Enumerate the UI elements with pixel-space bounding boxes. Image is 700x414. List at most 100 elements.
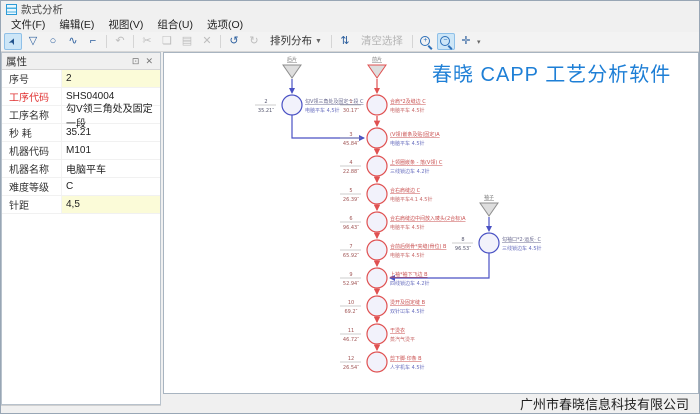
close-icon[interactable]: ✕ <box>142 56 156 67</box>
rotate-left-button[interactable]: ↺ <box>225 33 243 50</box>
bottom-strip <box>1 405 161 413</box>
flowchart-canvas[interactable]: 后片前片袖子235.21″勾V领三角处及固定一段 C电脑平车 4,5针130.1… <box>163 52 699 394</box>
flowchart-svg[interactable]: 后片前片袖子235.21″勾V领三角处及固定一段 C电脑平车 4,5针130.1… <box>164 53 698 393</box>
prop-value-seconds[interactable]: 35.21 <box>61 124 160 141</box>
curve-tool-button[interactable]: ∿ <box>64 33 82 50</box>
prop-row-stitch-pitch: 针距 4,5 <box>2 196 160 214</box>
process-node-6[interactable] <box>367 212 387 232</box>
node-label: 5 <box>349 188 352 194</box>
node-label: 电脑平车 4.5针 <box>390 107 425 114</box>
toolbar-separator <box>331 35 332 48</box>
prop-label: 难度等级 <box>2 179 61 194</box>
node-label: 52.94″ <box>343 281 359 287</box>
part-triangle-袖子[interactable] <box>480 203 498 216</box>
process-node-4[interactable] <box>367 156 387 176</box>
connector-tool-button[interactable]: ⌐ <box>84 33 102 50</box>
triangle-tool-button[interactable]: ▽ <box>24 33 42 50</box>
node-label: 后片 <box>287 56 297 63</box>
toolbar-separator <box>106 35 107 48</box>
process-node-11[interactable] <box>367 324 387 344</box>
properties-panel-title: 属性 <box>6 54 27 69</box>
zoom-in-button[interactable]: + <box>417 33 435 50</box>
process-node-8[interactable] <box>479 233 499 253</box>
prop-value-machine-code[interactable]: M101 <box>61 142 160 159</box>
delete-button[interactable]: ✕ <box>198 33 216 50</box>
node-label: 69.2″ <box>344 309 357 315</box>
prop-value-difficulty[interactable]: C <box>61 178 160 195</box>
prop-value-seq[interactable]: 2 <box>61 70 160 87</box>
prop-value-process-name[interactable]: 勾V领三角处及固定一段 <box>61 106 160 123</box>
prop-label: 针距 <box>2 197 61 212</box>
zoom-in-icon: + <box>419 35 432 48</box>
menu-view[interactable]: 视图(V) <box>101 17 150 32</box>
prop-row-seq: 序号 2 <box>2 70 160 88</box>
node-label: 合右肩缝边中间放入唛头(2合标)A <box>390 215 466 222</box>
order-button[interactable]: ⇅ <box>336 33 354 50</box>
menu-group[interactable]: 组合(U) <box>150 17 200 32</box>
menu-file[interactable]: 文件(F) <box>4 17 52 32</box>
curve-icon: ∿ <box>68 36 77 47</box>
node-label: 四线锁边车 4.2针 <box>390 280 430 287</box>
properties-panel: 属性 ⊡ ✕ 序号 2 工序代码 SHS04004 工序名称 勾V领三角处及固定… <box>1 52 161 405</box>
titlebar: 款式分析 <box>1 1 699 17</box>
zoom-out-icon: − <box>439 35 452 48</box>
copy-button[interactable]: ❏ <box>158 33 176 50</box>
node-label: 勾V领三角处及固定一段 C <box>305 98 364 105</box>
node-label: 剪下脚·印条 B <box>390 355 422 362</box>
node-label: 电脑平车 4.5针 <box>390 252 425 259</box>
process-node-3[interactable] <box>367 128 387 148</box>
prop-value-machine-name[interactable]: 电脑平车 <box>61 160 160 177</box>
part-triangle-后片[interactable] <box>283 65 301 78</box>
node-label: 合前后侧骨*夹缝(骨位) B <box>390 243 447 250</box>
undo-button[interactable]: ↶ <box>111 33 129 50</box>
node-label: 45.84″ <box>343 141 359 147</box>
zoom-out-button[interactable]: − <box>437 33 455 50</box>
process-node-10[interactable] <box>367 296 387 316</box>
prop-label: 机器名称 <box>2 161 61 176</box>
cut-button[interactable]: ✂ <box>138 33 156 50</box>
arrange-distribute-button[interactable]: 排列分布 ▼ <box>265 33 327 50</box>
paste-button[interactable]: ▤ <box>178 33 196 50</box>
node-label: 12 <box>348 356 354 362</box>
node-label: 96.53″ <box>455 246 471 252</box>
clear-selection-button[interactable]: 清空选择 <box>356 33 408 50</box>
node-label: 烫开及固定缝 B <box>390 299 426 306</box>
prop-row-process-name: 工序名称 勾V领三角处及固定一段 <box>2 106 160 124</box>
prop-row-machine-code: 机器代码 M101 <box>2 142 160 160</box>
node-label: 8 <box>461 237 464 243</box>
node-label: (V领)嵌条及贴(固定)A <box>390 131 440 138</box>
process-node-1[interactable] <box>367 95 387 115</box>
select-tool-button[interactable]: ➤ <box>4 33 22 50</box>
process-node-7[interactable] <box>367 240 387 260</box>
node-label: 65.92″ <box>343 253 359 259</box>
workspace: 后片前片袖子235.21″勾V领三角处及固定一段 C电脑平车 4,5针130.1… <box>161 52 699 413</box>
toolbar-separator <box>220 35 221 48</box>
prop-label: 序号 <box>2 71 61 86</box>
rotate-left-icon: ↺ <box>229 36 238 47</box>
properties-panel-header: 属性 ⊡ ✕ <box>2 53 160 70</box>
app-window: 款式分析 文件(F) 编辑(E) 视图(V) 组合(U) 选项(O) ➤ ▽ ○… <box>0 0 700 414</box>
menu-options[interactable]: 选项(O) <box>200 17 250 32</box>
node-label: 1 <box>349 99 352 105</box>
node-label: 袖子 <box>484 194 494 201</box>
prop-row-machine-name: 机器名称 电脑平车 <box>2 160 160 178</box>
process-node-5[interactable] <box>367 184 387 204</box>
node-label: 7 <box>349 244 352 250</box>
process-node-2[interactable] <box>282 95 302 115</box>
prop-label: 机器代码 <box>2 143 61 158</box>
prop-value-stitch-pitch[interactable]: 4,5 <box>61 196 160 213</box>
menu-edit[interactable]: 编辑(E) <box>52 17 101 32</box>
circle-tool-button[interactable]: ○ <box>44 33 62 50</box>
toolbar-overflow-icon[interactable]: ▾ <box>477 38 481 46</box>
process-node-12[interactable] <box>367 352 387 372</box>
pointer-icon: ➤ <box>7 36 18 47</box>
pin-icon[interactable]: ⊡ <box>129 56 143 67</box>
part-triangle-前片[interactable] <box>368 65 386 78</box>
node-label: 三线锁边车 4.2针 <box>390 168 430 175</box>
company-name: 广州市春晓信息科技有限公司 <box>520 394 689 413</box>
process-node-9[interactable] <box>367 268 387 288</box>
rotate-right-button[interactable]: ↻ <box>245 33 263 50</box>
arrange-distribute-label: 排列分布 <box>270 36 312 47</box>
prop-row-seconds: 秒 耗 35.21 <box>2 124 160 142</box>
pan-button[interactable]: ✛ <box>457 33 475 50</box>
